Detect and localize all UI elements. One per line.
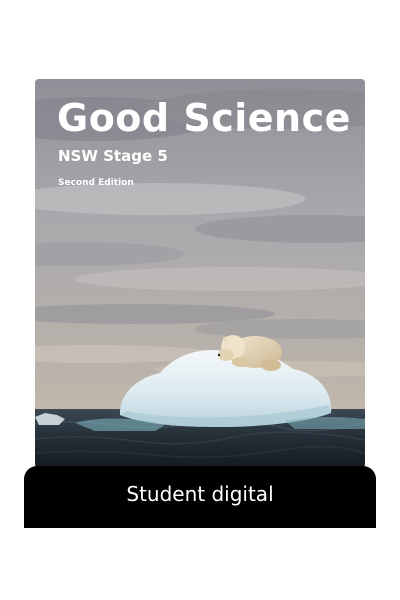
- book-subtitle: NSW Stage 5: [58, 147, 168, 165]
- product-page: Good Science NSW Stage 5 Second Edition …: [0, 0, 400, 600]
- book-title: Good Science: [57, 96, 351, 140]
- book-cover[interactable]: Good Science NSW Stage 5 Second Edition: [35, 79, 365, 468]
- format-banner: Student digital: [24, 466, 376, 528]
- format-label: Student digital: [126, 482, 274, 506]
- book-edition: Second Edition: [58, 178, 134, 188]
